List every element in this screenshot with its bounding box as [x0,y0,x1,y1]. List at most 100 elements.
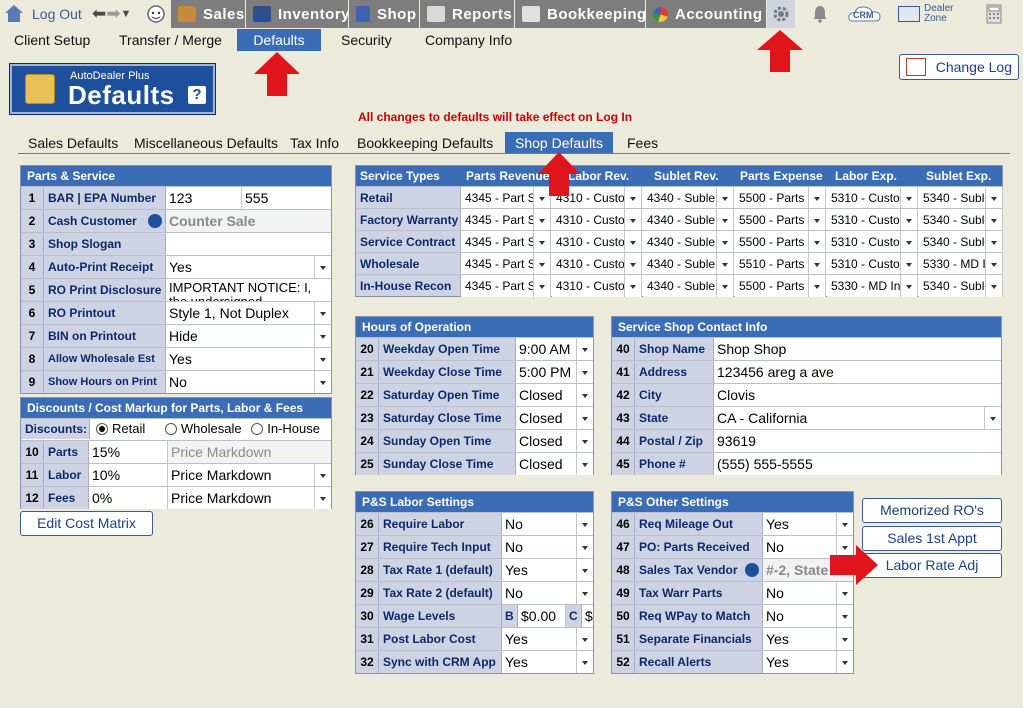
tab-fees[interactable]: Fees [617,132,668,153]
account-select[interactable]: 4340 - Suble [643,253,734,275]
account-select[interactable]: 4345 - Part S [461,275,551,297]
help-icon[interactable]: ? [188,86,206,104]
labor-pct-input[interactable]: 10% [89,464,168,486]
nav-tab-reports[interactable]: Reports [420,0,514,28]
account-select[interactable]: 5510 - Parts [735,253,826,275]
account-select[interactable]: 5310 - Custo [827,231,918,253]
account-select[interactable]: 5340 - Suble [919,275,1003,297]
nav-tab-shop[interactable]: Shop [349,0,419,28]
setting-value[interactable]: Yes [763,628,853,650]
menu-defaults[interactable]: Defaults [237,29,321,51]
account-select[interactable]: 4340 - Suble [643,187,734,209]
fees-mode-select[interactable]: Price Markdown [168,487,331,509]
ro-disclosure-textarea[interactable]: IMPORTANT NOTICE: I, the undersigned [166,279,331,301]
nav-tab-sales[interactable]: Sales [171,0,245,28]
dealer-zone-button[interactable]: Dealer Zone [898,2,966,26]
account-select[interactable]: 5340 - Suble [919,231,1003,253]
account-select[interactable]: 4340 - Suble [643,209,734,231]
change-log-button[interactable]: Change Log [899,54,1019,80]
labor-rate-adj-button[interactable]: Labor Rate Adj [862,553,1002,578]
setting-value[interactable]: Yes [763,513,853,535]
edit-cost-matrix-button[interactable]: Edit Cost Matrix [20,511,153,536]
back-arrow-icon[interactable]: ⬅ [92,4,106,24]
setting-value[interactable]: Closed [516,430,593,452]
show-hours-select[interactable]: No [166,371,331,393]
setting-value[interactable]: Closed [516,453,593,475]
setting-value[interactable]: 93619 [714,430,1001,452]
setting-value[interactable]: CA - California [714,407,1001,429]
setting-value[interactable]: Closed [516,384,593,406]
lookup-pin-icon[interactable] [148,214,162,228]
setting-value[interactable]: No [502,513,593,535]
wage-c-input[interactable]: $0.00 [582,605,593,627]
account-select[interactable]: 5500 - Parts [735,209,826,231]
account-select[interactable]: 5340 - Suble [919,209,1003,231]
bell-icon[interactable] [808,2,832,26]
setting-value[interactable]: Clovis [714,384,1001,406]
account-select[interactable]: 5500 - Parts [735,187,826,209]
tab-tax-info[interactable]: Tax Info [280,132,349,153]
setting-value[interactable]: Yes [763,651,853,673]
account-select[interactable]: 5310 - Custo [827,253,918,275]
settings-gear-button[interactable] [767,0,795,28]
tab-sales-defaults[interactable]: Sales Defaults [18,132,128,153]
setting-value[interactable]: 9:00 AM [516,338,593,360]
account-select[interactable]: 4345 - Part S [461,209,551,231]
nav-tab-inventory[interactable]: Inventory [246,0,350,28]
setting-value[interactable]: 5:00 PM [516,361,593,383]
account-select[interactable]: 5310 - Custo [827,187,918,209]
history-dropdown-icon[interactable]: ▼ [121,8,132,24]
ro-printout-select[interactable]: Style 1, Not Duplex [166,302,331,324]
bar-number-input[interactable]: 123 [166,187,242,209]
setting-value[interactable]: No [502,536,593,558]
labor-mode-select[interactable]: Price Markdown [168,464,331,486]
setting-value[interactable]: No [502,582,593,604]
account-select[interactable]: 5340 - Suble [919,187,1003,209]
setting-value[interactable]: Closed [516,407,593,429]
menu-client-setup[interactable]: Client Setup [0,29,104,51]
account-select[interactable]: 5500 - Parts [735,275,826,297]
cash-customer-field[interactable]: Counter Sale [166,210,331,232]
parts-pct-input[interactable]: 15% [89,441,168,463]
account-select[interactable]: 4340 - Suble [643,275,734,297]
menu-security[interactable]: Security [327,29,406,51]
memorized-ros-button[interactable]: Memorized RO's [862,498,1002,523]
lookup-pin-icon[interactable] [745,563,759,577]
setting-value[interactable]: (555) 555-5555 [714,453,1001,475]
epa-number-input[interactable]: 555 [242,187,331,209]
nav-tab-accounting[interactable]: Accounting [646,0,766,28]
setting-value[interactable]: Yes [502,628,593,650]
account-select[interactable]: 4310 - Custo [552,209,642,231]
account-select[interactable]: 5330 - MD In [827,275,918,297]
parts-mode-select[interactable]: Price Markdown [168,441,331,463]
setting-value[interactable]: No [763,605,853,627]
fees-pct-input[interactable]: 0% [89,487,168,509]
crm-button[interactable]: CRM [846,2,884,26]
account-select[interactable]: 4345 - Part S [461,253,551,275]
account-select[interactable]: 4310 - Custo [552,231,642,253]
setting-value[interactable]: Shop Shop [714,338,1001,360]
logout-button[interactable]: Log Out [4,2,82,26]
setting-value[interactable]: Yes [502,559,593,581]
wholesale-est-select[interactable]: Yes [166,348,331,370]
radio-wholesale[interactable]: Wholesale [164,421,242,436]
account-select[interactable]: 4345 - Part S [461,231,551,253]
radio-in-house[interactable]: In-House [251,421,320,436]
account-select[interactable]: 5500 - Parts [735,231,826,253]
auto-print-select[interactable]: Yes [166,256,331,278]
account-select[interactable]: 4310 - Custo [552,253,642,275]
shop-slogan-input[interactable] [166,233,331,255]
account-select[interactable]: 5330 - MD In [919,253,1003,275]
setting-value[interactable]: 123456 areg a ave [714,361,1001,383]
tab-bookkeeping-defaults[interactable]: Bookkeeping Defaults [347,132,503,153]
user-face-icon[interactable] [143,2,169,26]
menu-company-info[interactable]: Company Info [411,29,526,51]
radio-retail[interactable]: Retail [96,421,145,436]
menu-transfer-merge[interactable]: Transfer / Merge [105,29,236,51]
forward-arrow-icon[interactable]: ➡ [106,4,120,24]
bin-printout-select[interactable]: Hide [166,325,331,347]
calculator-icon[interactable] [984,2,1004,26]
sales-1st-appt-button[interactable]: Sales 1st Appt [862,526,1002,551]
account-select[interactable]: 4310 - Custo [552,275,642,297]
account-select[interactable]: 5310 - Custo [827,209,918,231]
